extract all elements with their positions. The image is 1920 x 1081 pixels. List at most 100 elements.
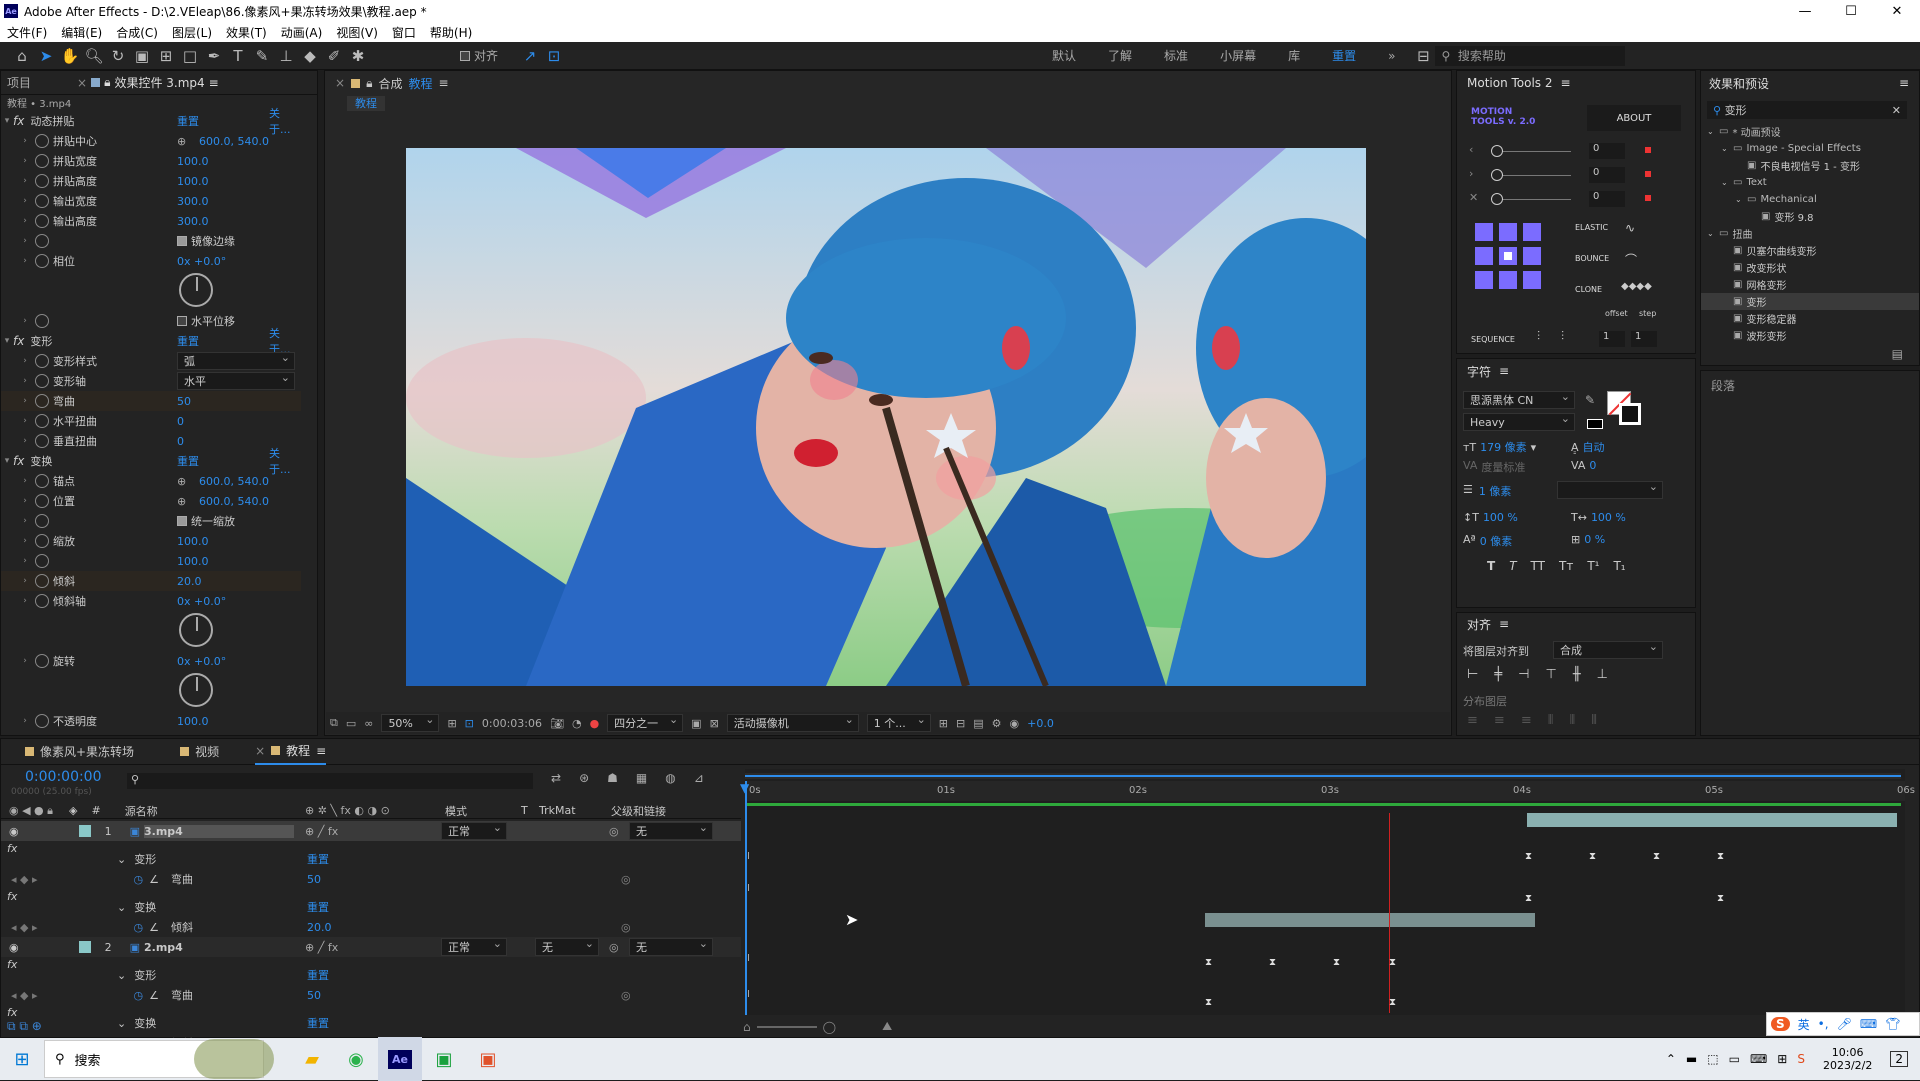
effect-property-row[interactable]: › 输出宽度 300.0 <box>1 191 301 211</box>
close-button[interactable]: ✕ <box>1874 0 1920 22</box>
views-dropdown[interactable]: 1 个... <box>866 713 931 732</box>
tsume-value[interactable]: 0 % <box>1584 533 1605 546</box>
workspace-overflow-icon[interactable]: » <box>1372 49 1411 63</box>
keyframe-nav-icon[interactable]: ◂ ◆ ▸ <box>11 921 38 934</box>
keyframe-marker[interactable]: ⧗ <box>1717 893 1724 904</box>
menu-animation[interactable]: 动画(A) <box>274 24 330 41</box>
close-icon[interactable]: × <box>77 76 87 90</box>
stopwatch-icon[interactable] <box>35 254 49 268</box>
graph-icon[interactable]: ∠ <box>149 921 159 934</box>
file-explorer-icon[interactable]: ▰ <box>290 1037 334 1081</box>
timeline-graph-area[interactable]: 0s 01s 02s 03s 04s 05s 06s ⧗ ⧗ ⧗ ⧗ ⧗ ⧗ ⧗ ⧗ ⧗ ⧗ ⧗ ⧗ I I I I ▼ <box>740 769 1915 1015</box>
snap-grid-icon[interactable]: ⊡ <box>542 45 566 67</box>
property-value[interactable]: 20.0 <box>177 575 202 588</box>
property-value[interactable]: 0 <box>177 435 184 448</box>
menu-composition[interactable]: 合成(C) <box>109 24 165 41</box>
effect-group-row[interactable]: ⌄ 变换 重置 <box>1 1013 741 1033</box>
angle-dial[interactable] <box>179 613 213 647</box>
effect-property-row[interactable]: › 缩放 100.0 <box>1 531 301 551</box>
property-value[interactable]: 100.0 <box>177 175 209 188</box>
keyframed-property-row[interactable]: ◂ ◆ ▸ ◷ ∠ 弯曲 50 ◎ <box>1 985 741 1005</box>
clone-stamp-tool-icon[interactable]: ⊥ <box>274 45 298 67</box>
region-icon[interactable]: ▣ <box>691 717 701 730</box>
layer-switches[interactable]: ⊕ ╱ fx <box>305 941 338 954</box>
layer-label-color[interactable] <box>78 941 91 953</box>
keyframe-marker[interactable]: ⧗ <box>1269 957 1276 968</box>
stopwatch-icon[interactable] <box>35 154 49 168</box>
notification-center-icon[interactable]: 2 <box>1890 1051 1908 1067</box>
vertical-scale-value[interactable]: 100 % <box>1483 511 1518 524</box>
camtasia-icon[interactable]: ▣ <box>422 1037 466 1081</box>
lock-icon[interactable]: 🔒︎ <box>104 75 110 90</box>
tray-network-icon[interactable]: ⬚ <box>1707 1052 1718 1066</box>
effect-group-row[interactable]: ⌄ 变换 重置 <box>1 897 741 917</box>
small-caps-button[interactable]: Tт <box>1559 559 1573 573</box>
stopwatch-icon[interactable] <box>35 174 49 188</box>
align-to-dropdown[interactable]: 合成 <box>1553 640 1663 659</box>
workspace-default[interactable]: 默认 <box>1036 47 1092 64</box>
effect-header[interactable]: ▾ fx 变形 重置 关于... <box>1 327 301 356</box>
snapshot-icon[interactable]: 📷︎ <box>550 717 564 730</box>
effect-property-row[interactable]: › 相位 0x +0.0° <box>1 251 301 271</box>
effect-property-row[interactable]: › 不透明度 100.0 <box>1 711 301 731</box>
flowchart-icon[interactable]: ⚙ <box>992 717 1002 730</box>
keyframe-marker[interactable]: ⧗ <box>1525 893 1532 904</box>
close-icon[interactable]: × <box>335 76 345 90</box>
help-search[interactable]: ⚲ 搜索帮助 <box>1435 45 1626 66</box>
slider-keyframe-icon[interactable] <box>1645 171 1651 177</box>
reset-button[interactable]: 重置 <box>177 113 199 129</box>
after-effects-taskbar-icon[interactable]: Ae <box>378 1037 422 1081</box>
expression-pickwhip-icon[interactable]: ◎ <box>621 873 631 886</box>
current-time[interactable]: 0:00:03:06 <box>482 717 542 730</box>
property-value[interactable]: 50 <box>177 395 191 408</box>
taskbar-clock[interactable]: 10:06 2023/2/2 <box>1823 1046 1872 1072</box>
hand-tool-icon[interactable]: ✋ <box>58 45 82 67</box>
distribute-vcenter-icon[interactable]: ≡ <box>1494 713 1505 728</box>
crosshair-icon[interactable]: ⊕ <box>177 475 186 488</box>
keyframe-marker[interactable]: ⧗ <box>1717 851 1724 862</box>
channel-icon[interactable]: ● <box>590 717 600 730</box>
keyframe-start-marker[interactable]: I <box>747 883 750 894</box>
font-size-value[interactable]: 179 像素 <box>1480 439 1527 455</box>
layer-name[interactable]: 3.mp4 <box>144 824 295 838</box>
align-vcenter-icon[interactable]: ╫ <box>1573 667 1581 682</box>
stopwatch-icon[interactable] <box>35 494 49 508</box>
effect-property-row[interactable]: › 镜像边缘 <box>1 231 301 251</box>
panel-menu-icon[interactable]: ≡ <box>1499 364 1509 378</box>
sequence-offset-input[interactable]: 1 <box>1599 331 1625 347</box>
superscript-button[interactable]: T¹ <box>1587 559 1599 573</box>
property-value[interactable]: 0x +0.0° <box>177 255 226 268</box>
sequence-reverse-icon[interactable]: ⫶ <box>1561 329 1564 344</box>
fx-icon[interactable]: fx <box>13 114 24 128</box>
composition-viewer-frame[interactable] <box>406 148 1366 686</box>
time-navigator[interactable] <box>745 773 1901 779</box>
timeline-tab-pixel[interactable]: 像素风+果冻转场 <box>25 743 134 760</box>
reset-button[interactable]: 重置 <box>177 333 199 349</box>
stopwatch-icon[interactable] <box>35 394 49 408</box>
zoom-tool-icon[interactable]: 🔍︎ <box>82 45 106 67</box>
effect-property-row[interactable]: › 锚点 ⊕ 600.0, 540.0 <box>1 471 301 491</box>
punctuation-icon[interactable]: •, <box>1818 1017 1829 1031</box>
effect-property-row[interactable]: › 倾斜轴 0x +0.0° <box>1 591 301 611</box>
layer-switches[interactable]: ⊕ ╱ fx <box>305 825 338 838</box>
stopwatch-icon[interactable]: ◷ <box>134 989 144 1002</box>
sequence-stagger-icon[interactable]: ⫶ <box>1537 329 1540 344</box>
comp-tab-name[interactable]: 教程 <box>408 75 432 92</box>
clone-button[interactable]: CLONE <box>1575 285 1602 294</box>
workspace-libraries[interactable]: 库 <box>1272 47 1316 64</box>
fx-icon[interactable]: fx <box>13 454 24 468</box>
clear-search-icon[interactable]: ✕ <box>1892 104 1901 117</box>
brush-tool-icon[interactable]: ✎ <box>250 45 274 67</box>
keyframe-marker[interactable]: ⧗ <box>1389 997 1396 1008</box>
align-left-icon[interactable]: ⊢ <box>1467 667 1478 682</box>
property-dropdown[interactable]: 水平 <box>177 371 295 390</box>
panel-menu-icon[interactable]: ≡ <box>1499 617 1509 631</box>
black-swatch[interactable] <box>1587 419 1603 429</box>
keyboard-icon[interactable]: ⌨ <box>1860 1017 1877 1031</box>
pan-behind-tool-icon[interactable]: ⊞ <box>154 45 178 67</box>
slider-keyframe-icon[interactable] <box>1645 195 1651 201</box>
stopwatch-icon[interactable] <box>35 574 49 588</box>
expression-pickwhip-icon[interactable]: ◎ <box>621 989 631 1002</box>
font-style-dropdown[interactable]: Heavy <box>1463 412 1575 431</box>
effects-search-input[interactable]: ⚲ 变形 ✕ <box>1707 101 1907 119</box>
